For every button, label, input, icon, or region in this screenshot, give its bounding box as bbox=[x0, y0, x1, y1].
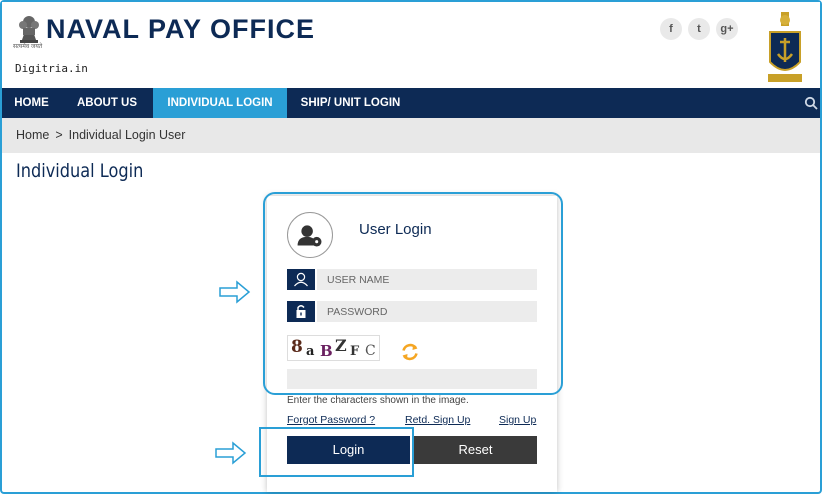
search-icon[interactable] bbox=[804, 96, 818, 110]
captcha-input[interactable] bbox=[287, 369, 537, 389]
breadcrumb-home[interactable]: Home bbox=[16, 128, 49, 142]
password-row bbox=[287, 301, 537, 322]
watermark-text: Digitria.in bbox=[15, 62, 88, 75]
emblem-motto: सत्यमेव जयते bbox=[13, 44, 43, 50]
username-row bbox=[287, 269, 537, 290]
forgot-password-link[interactable]: Forgot Password ? bbox=[287, 414, 375, 426]
captcha-char: F bbox=[350, 344, 360, 359]
breadcrumb-current: Individual Login User bbox=[68, 128, 186, 142]
arrow-right-icon bbox=[215, 441, 247, 465]
highlight-box-login bbox=[259, 427, 414, 477]
password-input[interactable] bbox=[317, 301, 537, 322]
site-header: सत्यमेव जयते NAVAL PAY OFFICE Digitria.i… bbox=[2, 2, 820, 90]
google-plus-icon[interactable]: g+ bbox=[716, 18, 738, 40]
captcha-char: Z bbox=[335, 336, 347, 355]
breadcrumb: Home > Individual Login User bbox=[2, 118, 820, 153]
captcha-hint: Enter the characters shown in the image. bbox=[287, 395, 469, 406]
user-key-icon bbox=[287, 212, 333, 258]
username-input[interactable] bbox=[317, 269, 537, 290]
signup-link[interactable]: Sign Up bbox=[499, 414, 536, 426]
arrow-right-icon bbox=[219, 280, 251, 304]
site-title: NAVAL PAY OFFICE bbox=[46, 14, 316, 44]
nav-individual-login[interactable]: INDIVIDUAL LOGIN bbox=[153, 88, 287, 118]
refresh-captcha-icon[interactable] bbox=[400, 342, 420, 362]
user-icon bbox=[287, 269, 315, 290]
navy-crest-icon bbox=[768, 12, 802, 82]
nav-ship-unit-login[interactable]: SHIP/ UNIT LOGIN bbox=[287, 88, 414, 118]
page-title: Individual Login bbox=[16, 160, 144, 182]
reset-button[interactable]: Reset bbox=[414, 436, 537, 464]
login-title: User Login bbox=[359, 221, 432, 238]
retd-signup-link[interactable]: Retd. Sign Up bbox=[405, 414, 470, 426]
twitter-icon[interactable]: t bbox=[688, 18, 710, 40]
captcha-image: 8 a B Z F C bbox=[287, 335, 380, 361]
captcha-char: a bbox=[306, 344, 315, 359]
facebook-icon[interactable]: f bbox=[660, 18, 682, 40]
nav-home[interactable]: HOME bbox=[2, 88, 61, 118]
lock-icon bbox=[287, 301, 315, 322]
captcha-char: B bbox=[320, 342, 333, 360]
nav-about-us[interactable]: ABOUT US bbox=[61, 88, 153, 118]
captcha-char: 8 bbox=[291, 337, 303, 357]
main-navbar: HOME ABOUT US INDIVIDUAL LOGIN SHIP/ UNI… bbox=[2, 88, 820, 118]
captcha-char: C bbox=[365, 343, 376, 359]
breadcrumb-separator: > bbox=[55, 128, 63, 142]
